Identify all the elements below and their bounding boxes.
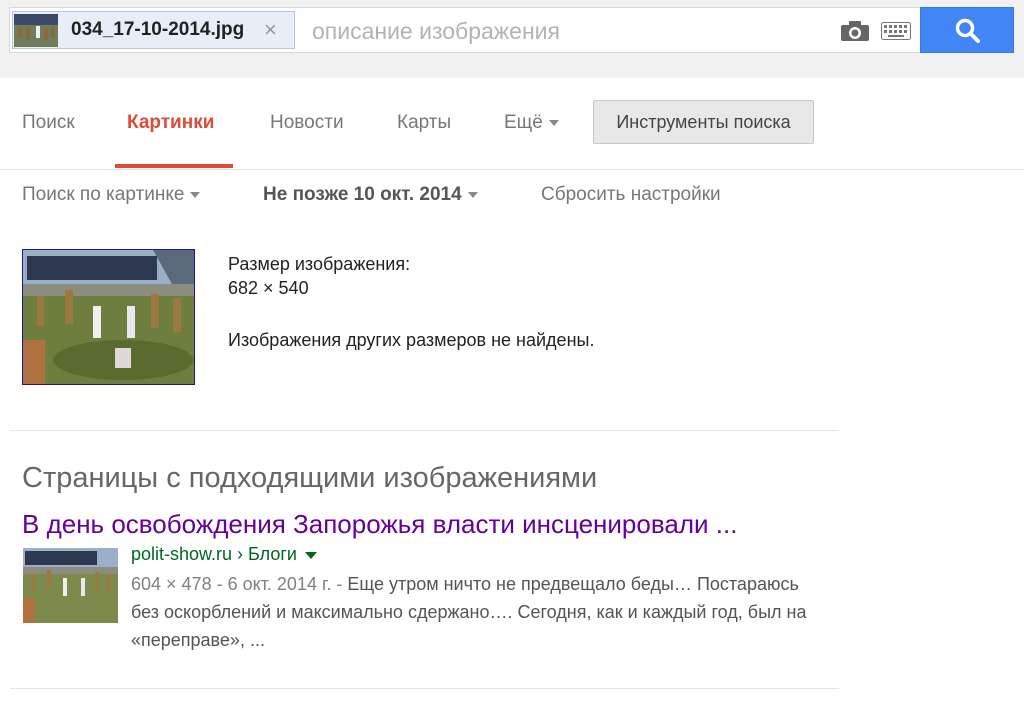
image-size-label: Размер изображения: bbox=[228, 254, 411, 274]
tab-search[interactable]: Поиск bbox=[22, 112, 75, 134]
section-title: Страницы с подходящими изображениями bbox=[22, 462, 598, 494]
tab-more[interactable]: Ещё bbox=[504, 112, 559, 134]
divider bbox=[10, 688, 839, 689]
chevron-down-icon bbox=[548, 119, 559, 126]
result-url[interactable]: polit-show.ru › Блоги bbox=[131, 544, 317, 565]
search-box[interactable]: 034_17-10-2014.jpg × bbox=[9, 7, 920, 53]
image-size-value: 682 × 540 bbox=[228, 278, 309, 298]
chevron-down-icon[interactable] bbox=[305, 551, 317, 559]
search-input[interactable] bbox=[310, 14, 814, 48]
chevron-down-icon bbox=[190, 191, 201, 198]
result-meta: 604 × 478 - 6 окт. 2014 г. - bbox=[131, 574, 348, 594]
camera-icon[interactable] bbox=[840, 20, 870, 42]
search-by-image-dropdown[interactable]: Поиск по картинке bbox=[22, 184, 201, 206]
tab-news[interactable]: Новости bbox=[270, 112, 344, 134]
tab-images[interactable]: Картинки bbox=[127, 112, 214, 134]
active-tab-indicator bbox=[115, 164, 233, 168]
image-info: Размер изображения: 682 × 540 Изображени… bbox=[228, 252, 594, 352]
tab-maps[interactable]: Карты bbox=[397, 112, 451, 134]
result-url-text: polit-show.ru › Блоги bbox=[131, 544, 297, 564]
top-bar: 034_17-10-2014.jpg × bbox=[0, 0, 1024, 78]
result-title-link[interactable]: В день освобождения Запорожья власти инс… bbox=[22, 509, 737, 540]
reset-settings-link[interactable]: Сбросить настройки bbox=[541, 184, 721, 206]
search-button[interactable] bbox=[920, 7, 1014, 53]
filters-bar: Поиск по картинке Не позже 10 окт. 2014 … bbox=[0, 184, 1024, 214]
result-thumbnail[interactable] bbox=[23, 548, 118, 623]
tab-more-label: Ещё bbox=[504, 112, 543, 133]
image-query-chip[interactable]: 034_17-10-2014.jpg × bbox=[12, 11, 295, 49]
divider bbox=[10, 430, 839, 431]
query-image-thumbnail[interactable] bbox=[22, 249, 195, 385]
search-by-image-label: Поиск по картинке bbox=[22, 184, 185, 205]
chip-thumbnail-image bbox=[14, 14, 58, 47]
no-other-sizes-text: Изображения других размеров не найдены. bbox=[228, 330, 595, 350]
close-icon[interactable]: × bbox=[264, 18, 277, 42]
search-tabs: Поиск Картинки Новости Карты Ещё Инструм… bbox=[0, 78, 1024, 170]
keyboard-icon[interactable] bbox=[881, 22, 911, 40]
chip-filename: 034_17-10-2014.jpg bbox=[71, 19, 245, 40]
search-icon bbox=[955, 18, 980, 43]
chevron-down-icon bbox=[467, 191, 478, 198]
date-filter-label: Не позже 10 окт. 2014 bbox=[263, 184, 462, 205]
result-snippet: 604 × 478 - 6 окт. 2014 г. - Еще утром н… bbox=[131, 570, 831, 654]
search-tools-button[interactable]: Инструменты поиска bbox=[593, 100, 814, 144]
date-filter-dropdown[interactable]: Не позже 10 окт. 2014 bbox=[263, 184, 478, 206]
